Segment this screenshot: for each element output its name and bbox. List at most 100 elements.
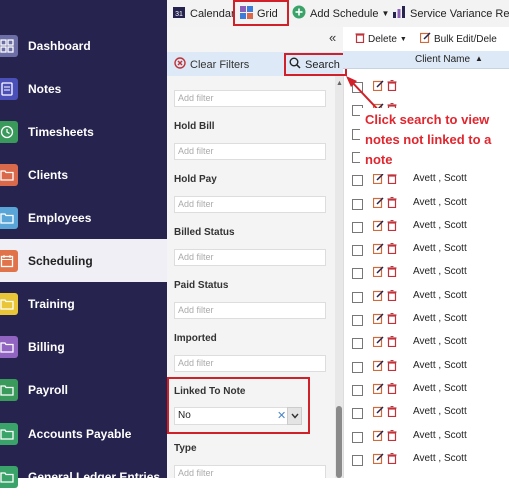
delete-label: Delete xyxy=(368,33,397,45)
row-checkbox[interactable] xyxy=(352,175,363,187)
row-checkbox[interactable] xyxy=(352,338,363,350)
table-row[interactable]: Avett , Scott xyxy=(343,240,509,263)
table-row[interactable]: Avett , Scott xyxy=(343,427,509,450)
row-checkbox[interactable] xyxy=(352,431,363,443)
trash-icon[interactable] xyxy=(387,382,398,394)
row-checkbox[interactable] xyxy=(352,82,363,93)
table-row[interactable]: Avett , Scott xyxy=(343,357,509,380)
row-checkbox[interactable] xyxy=(352,408,363,420)
edit-icon[interactable] xyxy=(372,360,384,371)
table-row[interactable] xyxy=(343,77,509,100)
filter-input[interactable]: Add filter xyxy=(174,90,326,107)
row-checkbox[interactable] xyxy=(352,245,363,257)
table-row[interactable]: Avett , Scott xyxy=(343,263,509,286)
edit-icon[interactable] xyxy=(372,243,384,255)
trash-icon[interactable] xyxy=(387,336,398,348)
type-filter-input[interactable]: Add filter xyxy=(174,465,326,478)
row-checkbox[interactable] xyxy=(352,221,363,233)
trash-icon[interactable] xyxy=(387,196,398,208)
sidebar-item-training[interactable]: Training xyxy=(0,282,167,325)
caret-down-icon: ▼ xyxy=(399,35,407,43)
table-row[interactable]: Avett , Scott xyxy=(343,217,509,240)
edit-icon[interactable] xyxy=(372,290,384,301)
trash-icon[interactable] xyxy=(387,406,398,418)
calendar-view-button[interactable]: 31 Calendar xyxy=(172,0,235,27)
edit-icon[interactable] xyxy=(372,266,384,278)
trash-icon[interactable] xyxy=(387,219,398,231)
filter-label-billed-status: Billed Status xyxy=(174,227,235,238)
scroll-up-icon[interactable]: ▲ xyxy=(336,80,343,87)
add-schedule-button[interactable]: Add Schedule ▼ xyxy=(292,0,389,27)
row-checkbox[interactable] xyxy=(352,454,363,466)
grid-header-row: Client Name ▲ xyxy=(343,51,509,69)
table-row[interactable]: Avett , Scott xyxy=(343,450,509,473)
trash-icon xyxy=(355,32,365,46)
sidebar-item-dashboard[interactable]: Dashboard xyxy=(0,24,167,67)
filter-label-hold-pay: Hold Pay xyxy=(174,174,217,185)
billed-status-filter-input[interactable]: Add filter xyxy=(174,249,326,266)
edit-icon[interactable] xyxy=(372,80,384,92)
edit-icon[interactable] xyxy=(372,383,384,394)
row-checkbox[interactable] xyxy=(352,361,363,373)
grid-highlight-box xyxy=(233,0,289,26)
column-header-client-name[interactable]: Client Name xyxy=(415,54,470,65)
trash-icon[interactable] xyxy=(387,452,398,464)
grid-toolbar: « Delete ▼ Bulk Edit/Dele xyxy=(329,27,509,52)
collapse-panel-button[interactable]: « xyxy=(329,30,336,45)
clear-filters-button[interactable]: Clear Filters xyxy=(174,57,249,72)
edit-icon[interactable] xyxy=(372,220,384,231)
edit-icon[interactable] xyxy=(372,429,384,441)
table-row[interactable]: Avett , Scott xyxy=(343,310,509,333)
service-variance-button[interactable]: Service Variance Re xyxy=(392,0,509,27)
imported-filter-input[interactable]: Add filter xyxy=(174,355,326,372)
filter-label-hold-bill: Hold Bill xyxy=(174,121,215,132)
sidebar-item-label: Training xyxy=(28,296,75,311)
edit-icon[interactable] xyxy=(372,313,384,325)
edit-icon[interactable] xyxy=(372,406,384,418)
edit-icon[interactable] xyxy=(372,173,384,185)
client-name-cell: Avett , Scott xyxy=(413,336,467,348)
bulk-edit-button[interactable]: Bulk Edit/Dele xyxy=(419,32,497,46)
row-checkbox[interactable] xyxy=(352,268,363,280)
hold-bill-filter-input[interactable]: Add filter xyxy=(174,143,326,160)
sidebar-item-accounts-payable[interactable]: Accounts Payable xyxy=(0,412,167,455)
edit-icon[interactable] xyxy=(372,196,384,208)
row-checkbox[interactable] xyxy=(352,291,363,303)
hold-pay-filter-input[interactable]: Add filter xyxy=(174,196,326,213)
sidebar-item-timesheets[interactable]: Timesheets xyxy=(0,110,167,153)
trash-icon[interactable] xyxy=(387,312,398,325)
trash-icon[interactable] xyxy=(387,242,398,255)
filter-label-paid-status: Paid Status xyxy=(174,280,229,291)
sidebar-item-clients[interactable]: Clients xyxy=(0,153,167,196)
trash-icon[interactable] xyxy=(387,359,398,371)
trash-icon[interactable] xyxy=(387,429,398,441)
table-row[interactable]: Avett , Scott xyxy=(343,333,509,356)
sidebar-item-scheduling[interactable]: Scheduling xyxy=(0,239,167,282)
sidebar-item-billing[interactable]: Billing xyxy=(0,325,167,368)
paid-status-filter-input[interactable]: Add filter xyxy=(174,302,326,319)
row-checkbox[interactable] xyxy=(352,315,363,326)
table-row[interactable]: Avett , Scott xyxy=(343,380,509,403)
trash-icon[interactable] xyxy=(387,173,398,185)
table-row[interactable]: Avett , Scott xyxy=(343,194,509,217)
sidebar-item-employees[interactable]: Employees xyxy=(0,196,167,239)
row-checkbox[interactable] xyxy=(352,198,363,210)
folder-icon xyxy=(0,422,18,445)
trash-icon[interactable] xyxy=(387,79,398,92)
table-row[interactable]: Avett , Scott xyxy=(343,403,509,426)
edit-icon[interactable] xyxy=(372,336,384,348)
sidebar-item-payroll[interactable]: Payroll xyxy=(0,368,167,411)
calendar-icon xyxy=(0,249,18,272)
sidebar-item-notes[interactable]: Notes xyxy=(0,67,167,110)
filter-scrollbar-thumb[interactable] xyxy=(336,406,342,478)
trash-icon[interactable] xyxy=(387,289,398,301)
trash-icon[interactable] xyxy=(387,266,398,278)
edit-icon[interactable] xyxy=(372,453,384,464)
client-name-cell: Avett , Scott xyxy=(413,313,467,324)
close-circle-icon xyxy=(174,57,186,72)
delete-button[interactable]: Delete ▼ xyxy=(355,32,407,46)
sidebar-item-general-ledger-entries[interactable]: General Ledger Entries xyxy=(0,455,167,498)
row-checkbox[interactable] xyxy=(352,384,363,396)
sort-asc-icon[interactable]: ▲ xyxy=(475,54,483,63)
table-row[interactable]: Avett , Scott xyxy=(343,287,509,310)
